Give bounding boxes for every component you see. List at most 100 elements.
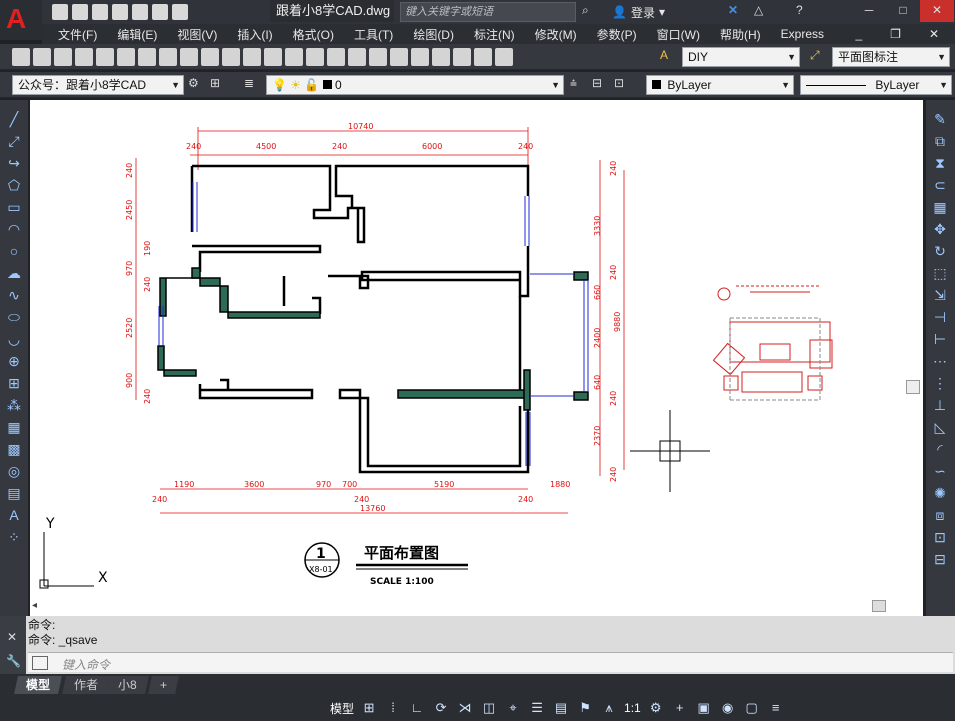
grid-icon[interactable]: ⊞	[360, 699, 378, 717]
scrollbar-thumb-v[interactable]	[906, 380, 920, 394]
pan-icon[interactable]	[285, 48, 303, 66]
polyline-icon[interactable]: ↪	[5, 154, 23, 172]
add-layout-button[interactable]: +	[148, 676, 179, 694]
arc-icon[interactable]: ◠	[5, 220, 23, 238]
ellipse-icon[interactable]: ⬭	[5, 308, 23, 326]
customize-icon[interactable]: ≡	[767, 699, 785, 717]
dim-style-icon[interactable]: ⤢	[810, 48, 828, 66]
save-as-icon[interactable]	[112, 4, 128, 20]
markup-icon[interactable]	[453, 48, 471, 66]
tool-palettes-icon[interactable]	[411, 48, 429, 66]
menu-item[interactable]: 绘图(D)	[403, 26, 464, 43]
redo-icon[interactable]	[172, 4, 188, 20]
annotation-icon[interactable]: ⚑	[576, 699, 594, 717]
explode-icon[interactable]: ✺	[931, 484, 949, 502]
menu-item[interactable]: 格式(O)	[283, 26, 344, 43]
osnap-icon[interactable]: ◫	[480, 699, 498, 717]
insert-block-icon[interactable]: ⊕	[5, 352, 23, 370]
workspace-select[interactable]: 公众号：跟着小8学CAD ▼	[12, 75, 184, 95]
ellipse-arc-icon[interactable]: ◡	[5, 330, 23, 348]
help-icon[interactable]	[495, 48, 513, 66]
menu-item[interactable]: 窗口(W)	[647, 26, 710, 43]
help-icon[interactable]: ?	[796, 3, 803, 17]
properties-icon[interactable]	[369, 48, 387, 66]
app-logo[interactable]: A	[0, 0, 42, 40]
close-button[interactable]: ✕	[920, 0, 954, 22]
exchange-icon[interactable]: ✕	[728, 3, 738, 17]
break-icon[interactable]: ⋮	[931, 374, 949, 392]
text-style-icon[interactable]: A	[660, 48, 678, 66]
menu-item[interactable]: 参数(P)	[587, 26, 647, 43]
redo-icon[interactable]	[264, 48, 282, 66]
menu-item[interactable]: 修改(M)	[525, 26, 587, 43]
open-icon[interactable]	[33, 48, 51, 66]
dim-style-select[interactable]: 平面图标注 ▼	[832, 47, 950, 67]
scroll-left-arrow-icon[interactable]: ◂	[32, 600, 37, 611]
group-icon[interactable]: ⊡	[931, 528, 949, 546]
tab-layout-x8[interactable]: 小8	[106, 676, 149, 694]
hardware-accel-icon[interactable]: ▣	[695, 699, 713, 717]
plot-icon[interactable]	[75, 48, 93, 66]
open-icon[interactable]	[72, 4, 88, 20]
move-icon[interactable]: ✥	[931, 220, 949, 238]
command-prompt-icon[interactable]	[32, 656, 48, 670]
line-icon[interactable]: ╱	[5, 110, 23, 128]
isolate-icon[interactable]: ◉	[719, 699, 737, 717]
wrench-icon[interactable]: 🔧	[6, 654, 21, 668]
block-icon[interactable]	[222, 48, 240, 66]
gradient-icon[interactable]: ▩	[5, 440, 23, 458]
polygon-icon[interactable]: ⬠	[5, 176, 23, 194]
scrollbar-thumb-h[interactable]	[872, 600, 886, 612]
zoom-realtime-icon[interactable]	[306, 48, 324, 66]
new-icon[interactable]	[12, 48, 30, 66]
draworder-icon[interactable]: ⧈	[931, 506, 949, 524]
menu-item[interactable]: 标注(N)	[464, 26, 525, 43]
new-icon[interactable]	[52, 4, 68, 20]
layer-properties-icon[interactable]: ≣	[244, 76, 262, 94]
otrack-icon[interactable]: ⌖	[504, 699, 522, 717]
undo-icon[interactable]	[243, 48, 261, 66]
offset-icon[interactable]: ⊂	[931, 176, 949, 194]
menu-item[interactable]: 工具(T)	[344, 26, 403, 43]
design-center-icon[interactable]	[390, 48, 408, 66]
ungroup-icon[interactable]: ⊟	[931, 550, 949, 568]
menu-item[interactable]: 文件(F)	[48, 26, 107, 43]
zoom-previous-icon[interactable]	[348, 48, 366, 66]
drawing-canvas[interactable]: 10740 240 4500 240 6000 240 1190 3600 97…	[30, 100, 923, 616]
hatch-icon[interactable]: ▦	[5, 418, 23, 436]
mirror-icon[interactable]: ⧗	[931, 154, 949, 172]
construction-line-icon[interactable]: ⤢	[5, 132, 23, 150]
print-icon[interactable]	[132, 4, 148, 20]
menu-item[interactable]: 插入(I)	[227, 26, 282, 43]
menu-item[interactable]: 帮助(H)	[710, 26, 771, 43]
linetype-select[interactable]: ByLayer ▼	[800, 75, 952, 95]
blend-icon[interactable]: ∽	[931, 462, 949, 480]
search-input[interactable]: 键入关键字或短语	[400, 2, 576, 22]
calculator-icon[interactable]	[474, 48, 492, 66]
scale-icon[interactable]: ⬚	[931, 264, 949, 282]
autodesk-app-icon[interactable]: △	[754, 3, 763, 17]
command-input[interactable]: 键入命令	[28, 652, 953, 672]
maximize-button[interactable]: □	[886, 0, 920, 22]
extend-icon[interactable]: ⊢	[931, 330, 949, 348]
multiline-text-icon[interactable]: A	[5, 506, 23, 524]
menu-item[interactable]: 编辑(E)	[107, 26, 167, 43]
preview-icon[interactable]	[96, 48, 114, 66]
rectangle-icon[interactable]: ▭	[5, 198, 23, 216]
stretch-icon[interactable]: ⇲	[931, 286, 949, 304]
add-selected-icon[interactable]: ⁘	[5, 528, 23, 546]
lineweight-icon[interactable]: ☰	[528, 699, 546, 717]
clean-screen-icon[interactable]: ▢	[743, 699, 761, 717]
tab-model[interactable]: 模型	[14, 676, 62, 694]
workspace-gear-icon[interactable]: ⚙	[647, 699, 665, 717]
region-icon[interactable]: ◎	[5, 462, 23, 480]
copy-icon[interactable]	[159, 48, 177, 66]
plus-icon[interactable]: +	[671, 699, 689, 717]
binoculars-icon[interactable]: ⌕	[582, 3, 604, 21]
text-style-select[interactable]: DIY ▼	[682, 47, 800, 67]
save-icon[interactable]	[54, 48, 72, 66]
layer-select[interactable]: 💡 ☀ 🔓 0 ▼	[266, 75, 564, 95]
isodraft-icon[interactable]: ⋊	[456, 699, 474, 717]
doc-minimize-icon[interactable]: _	[845, 27, 872, 41]
zoom-window-icon[interactable]	[327, 48, 345, 66]
